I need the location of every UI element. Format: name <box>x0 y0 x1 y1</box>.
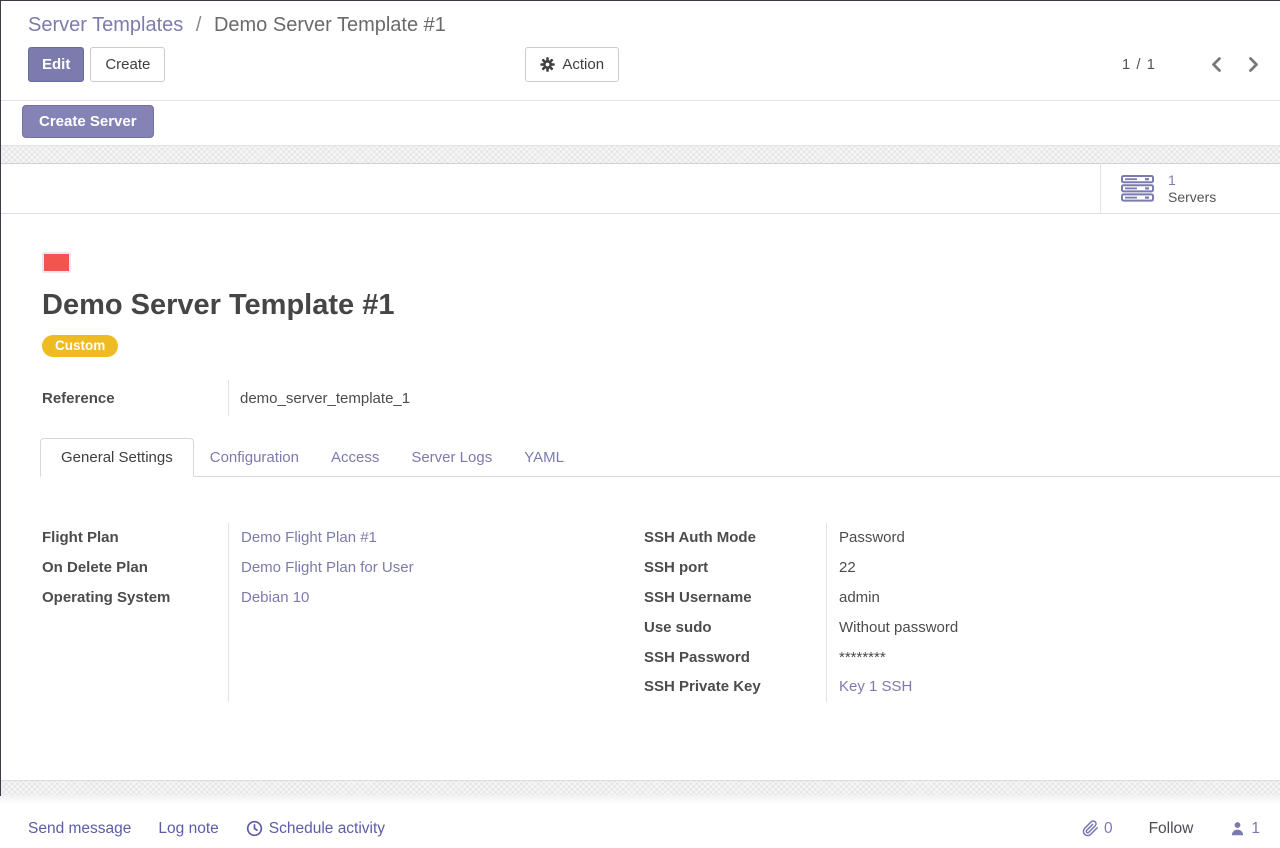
template-image-placeholder <box>42 252 71 273</box>
paperclip-icon <box>1082 820 1099 837</box>
follow-button[interactable]: Follow <box>1143 819 1200 839</box>
pager: 1 / 1 <box>1122 56 1260 73</box>
action-button[interactable]: Action <box>525 47 619 82</box>
flight-plan-label: Flight Plan <box>42 523 228 553</box>
custom-badge: Custom <box>42 335 118 357</box>
control-panel: Server Templates / Demo Server Template … <box>0 0 1280 101</box>
clock-icon <box>246 820 263 837</box>
breadcrumb-separator: / <box>196 14 202 36</box>
servers-stat-button[interactable]: 1 Servers <box>1100 164 1280 213</box>
schedule-activity-button[interactable]: Schedule activity <box>246 820 385 838</box>
ssh-username-value: admin <box>839 583 958 613</box>
tab-yaml[interactable]: YAML <box>508 439 580 476</box>
use-sudo-value: Without password <box>839 612 958 642</box>
attachments-count: 0 <box>1104 820 1113 838</box>
page-title: Demo Server Template #1 <box>42 289 1240 322</box>
followers-button[interactable]: 1 <box>1229 820 1260 838</box>
servers-stat-count: 1 <box>1168 172 1216 189</box>
ssh-password-value: ******** <box>839 642 958 672</box>
send-message-button[interactable]: Send message <box>28 820 131 838</box>
on-delete-plan-value-link[interactable]: Demo Flight Plan for User <box>241 559 414 576</box>
window-edge <box>0 0 1 796</box>
ssh-port-label: SSH port <box>644 553 826 583</box>
chatter-toolbar: Send message Log note Schedule activity … <box>0 795 1280 848</box>
ssh-auth-mode-value: Password <box>839 523 958 553</box>
servers-stat-label: Servers <box>1168 189 1216 206</box>
ssh-port-value: 22 <box>839 553 958 583</box>
ssh-private-key-label: SSH Private Key <box>644 672 826 702</box>
operating-system-label: Operating System <box>42 583 228 613</box>
form-sheet: Demo Server Template #1 Custom Reference… <box>0 214 1280 780</box>
general-settings-panel: Flight Plan On Delete Plan Operating Sys… <box>42 477 1240 702</box>
tab-configuration[interactable]: Configuration <box>194 439 315 476</box>
reference-field-value: demo_server_template_1 <box>229 390 410 407</box>
operating-system-value-link[interactable]: Debian 10 <box>241 589 309 606</box>
sheet-background-strip <box>0 145 1280 163</box>
on-delete-plan-label: On Delete Plan <box>42 553 228 583</box>
followers-count: 1 <box>1251 820 1260 838</box>
ssh-username-label: SSH Username <box>644 583 826 613</box>
stat-band: 1 Servers <box>0 163 1280 214</box>
chevron-left-icon <box>1210 56 1222 73</box>
control-panel-buttons: Edit Create <box>28 47 1260 82</box>
gear-icon <box>540 57 555 72</box>
reference-field-row: Reference demo_server_template_1 <box>42 380 1240 416</box>
pager-next-button[interactable] <box>1248 56 1260 73</box>
field-group-right: SSH Auth Mode SSH port SSH Username Use … <box>644 523 1240 702</box>
ssh-auth-mode-label: SSH Auth Mode <box>644 523 826 553</box>
pager-previous-button[interactable] <box>1210 56 1222 73</box>
tab-general-settings[interactable]: General Settings <box>40 438 194 477</box>
pager-value: 1 / 1 <box>1122 56 1156 73</box>
schedule-activity-label: Schedule activity <box>269 820 385 838</box>
create-server-button[interactable]: Create Server <box>22 105 154 138</box>
log-note-button[interactable]: Log note <box>158 820 218 838</box>
window-edge <box>0 0 1280 1</box>
reference-field-label: Reference <box>42 390 228 407</box>
server-rack-icon <box>1121 175 1155 202</box>
tab-server-logs[interactable]: Server Logs <box>395 439 508 476</box>
flight-plan-value-link[interactable]: Demo Flight Plan #1 <box>241 529 377 546</box>
attachments-button[interactable]: 0 <box>1082 820 1113 838</box>
person-icon <box>1229 820 1246 837</box>
breadcrumb-parent-link[interactable]: Server Templates <box>28 14 183 36</box>
tab-access[interactable]: Access <box>315 439 395 476</box>
breadcrumb: Server Templates / Demo Server Template … <box>28 0 1260 38</box>
notebook-tabs: General Settings Configuration Access Se… <box>40 436 1280 477</box>
ssh-password-label: SSH Password <box>644 642 826 672</box>
chevron-right-icon <box>1248 56 1260 73</box>
breadcrumb-current: Demo Server Template #1 <box>214 14 446 36</box>
field-group-left: Flight Plan On Delete Plan Operating Sys… <box>42 523 644 702</box>
action-button-label: Action <box>562 55 604 74</box>
edit-button[interactable]: Edit <box>28 47 84 82</box>
ssh-private-key-value-link[interactable]: Key 1 SSH <box>839 678 912 695</box>
sheet-background-strip <box>0 780 1280 795</box>
create-button[interactable]: Create <box>90 47 165 82</box>
header-button-strip: Create Server <box>0 101 1280 145</box>
use-sudo-label: Use sudo <box>644 612 826 642</box>
